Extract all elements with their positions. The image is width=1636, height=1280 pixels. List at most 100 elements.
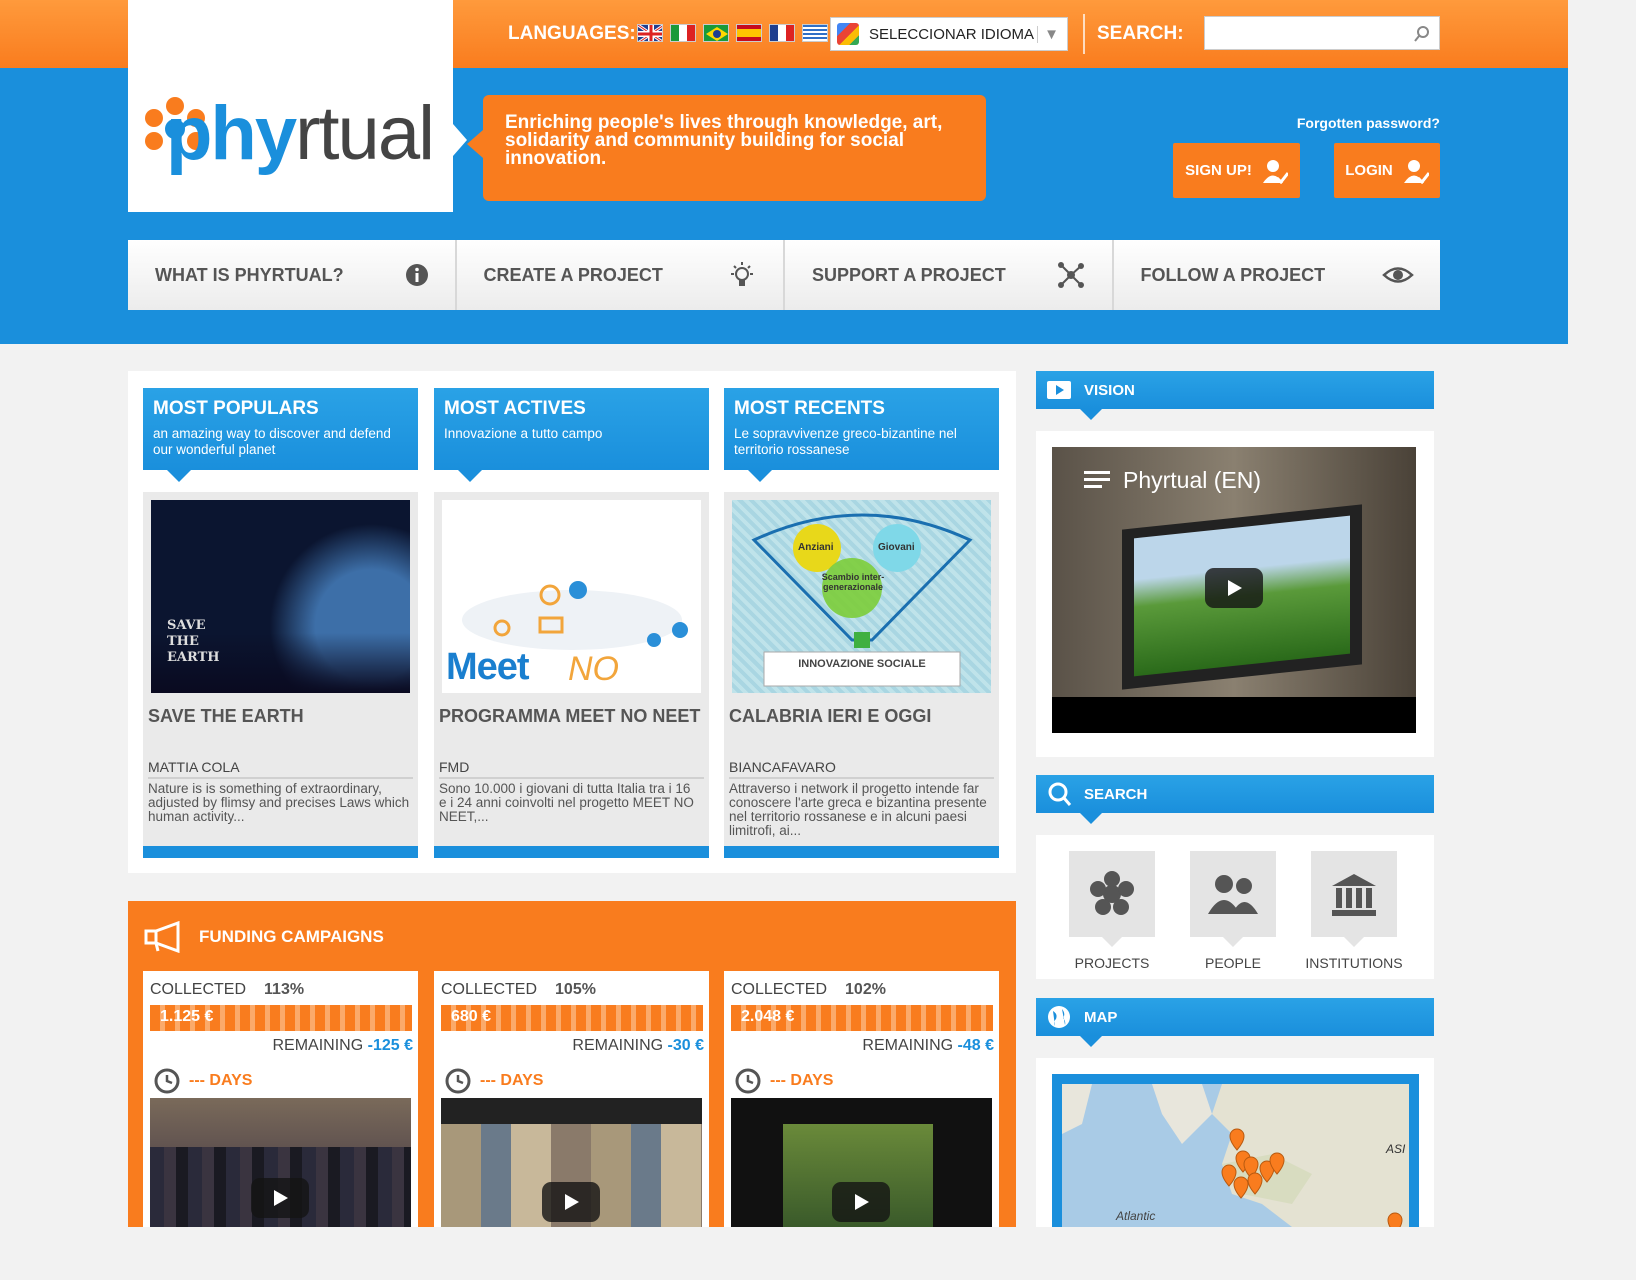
play-icon[interactable]: [1205, 568, 1263, 608]
category-subtitle: an amazing way to discover and defend ou…: [153, 426, 391, 457]
category-most-actives[interactable]: MOST ACTIVES Innovazione a tutto campo: [434, 388, 709, 482]
nav-what-is-phyrtual[interactable]: WHAT IS PHYRTUAL?: [128, 240, 457, 310]
campaign-card[interactable]: COLLECTED 102% 2.048 € REMAINING -48 € --…: [724, 971, 999, 1227]
play-icon[interactable]: [542, 1182, 600, 1222]
header-divider: [1083, 14, 1085, 54]
project-title[interactable]: PROGRAMMA MEET NO NEET: [439, 706, 709, 727]
megaphone-icon: [144, 921, 180, 953]
project-author[interactable]: BIANCAFAVARO: [729, 759, 994, 779]
project-author[interactable]: MATTIA COLA: [148, 759, 413, 779]
project-author[interactable]: FMD: [439, 759, 704, 779]
map-marker-icon: [1233, 1176, 1249, 1199]
campaign-card[interactable]: COLLECTED 105% 680 € REMAINING -30 € --- …: [434, 971, 709, 1227]
institution-icon: [1332, 874, 1376, 916]
forgot-password-link[interactable]: Forgotten password?: [1297, 115, 1440, 131]
project-image[interactable]: Meet NO NEET: [442, 500, 701, 693]
video-player[interactable]: Phyrtual (EN): [1052, 447, 1416, 733]
project-title[interactable]: CALABRIA IERI E OGGI: [729, 706, 999, 727]
campaign-video[interactable]: [441, 1098, 702, 1227]
flag-france-icon[interactable]: [769, 24, 795, 42]
signup-button[interactable]: SIGN UP!: [1173, 143, 1300, 198]
remaining-row: REMAINING -30 €: [572, 1037, 704, 1054]
clock-icon: [735, 1068, 761, 1094]
flag-italy-icon[interactable]: [670, 24, 696, 42]
category-most-recents[interactable]: MOST RECENTS Le sopravvivenze greco-biza…: [724, 388, 999, 482]
nav-support-project[interactable]: SUPPORT A PROJECT: [785, 240, 1114, 310]
search-people-option[interactable]: PEOPLE: [1190, 851, 1276, 971]
search-panel: PROJECTS PEOPLE INSTITUTIONS: [1036, 835, 1434, 979]
nav-label: CREATE A PROJECT: [483, 264, 663, 285]
category-subtitle: Innovazione a tutto campo: [444, 426, 603, 441]
project-card[interactable]: Anziani Giovani Scambio inter-generazion…: [724, 492, 999, 858]
tagline-pointer: [467, 130, 483, 158]
globe-icon: [1048, 1006, 1070, 1028]
project-card[interactable]: SAVE THE EARTH SAVE THE EARTH MATTIA COL…: [143, 492, 418, 858]
user-check-icon: [1403, 159, 1429, 184]
project-card[interactable]: Meet NO NEET PROGRAMMA MEET NO NEET FMD …: [434, 492, 709, 858]
search-option-label: PROJECTS: [1074, 955, 1150, 971]
image-caption-no-neet: NO NEET: [568, 650, 659, 693]
image-label-innovazione: INNOVAZIONE SOCIALE: [798, 658, 926, 670]
project-title[interactable]: SAVE THE EARTH: [148, 706, 418, 727]
logo-pointer: [453, 124, 467, 156]
search-header: SEARCH: [1036, 775, 1434, 824]
project-description: Attraverso i network il progetto intende…: [729, 781, 987, 838]
search-icon[interactable]: [1413, 25, 1431, 43]
play-icon[interactable]: [832, 1182, 890, 1222]
user-add-icon: [1262, 159, 1288, 184]
search-icon: [1048, 782, 1072, 806]
map-header: MAP: [1036, 998, 1434, 1047]
search-title: SEARCH: [1084, 785, 1148, 803]
category-most-populars[interactable]: MOST POPULARS an amazing way to discover…: [143, 388, 418, 482]
search-label: SEARCH:: [1097, 23, 1184, 44]
nav-label: WHAT IS PHYRTUAL?: [155, 264, 344, 285]
flag-greece-icon[interactable]: [802, 24, 828, 42]
info-icon: [405, 264, 428, 286]
nav-label: SUPPORT A PROJECT: [812, 264, 1006, 285]
video-title[interactable]: Phyrtual (EN): [1123, 467, 1261, 494]
language-select[interactable]: SELECCIONAR IDIOMA ▼: [830, 17, 1068, 51]
nav-create-project[interactable]: CREATE A PROJECT: [457, 240, 785, 310]
video-icon: [1047, 381, 1071, 399]
vision-header: VISION: [1036, 371, 1434, 420]
category-subtitle: Le sopravvivenze greco-bizantine nel ter…: [734, 426, 957, 457]
campaign-card[interactable]: COLLECTED 113% 1.125 € REMAINING -125 € -…: [143, 971, 418, 1227]
project-image[interactable]: SAVE THE EARTH: [151, 500, 410, 693]
nav-follow-project[interactable]: FOLLOW A PROJECT: [1114, 240, 1441, 310]
nav-label: FOLLOW A PROJECT: [1140, 264, 1326, 285]
remaining-row: REMAINING -48 €: [862, 1037, 994, 1054]
flag-uk-icon[interactable]: [637, 24, 663, 42]
login-button[interactable]: LOGIN: [1334, 143, 1440, 198]
image-caption: SAVE THE EARTH: [167, 618, 220, 665]
logo[interactable]: phyrtual: [128, 0, 453, 212]
signup-label: SIGN UP!: [1185, 162, 1252, 179]
collected-row: COLLECTED 102%: [731, 981, 886, 998]
tagline: Enriching people's lives through knowled…: [483, 95, 986, 201]
people-icon: [1208, 875, 1258, 914]
map-title: MAP: [1084, 1008, 1118, 1026]
search-projects-option[interactable]: PROJECTS: [1069, 851, 1155, 971]
play-icon[interactable]: [251, 1178, 309, 1218]
flag-brazil-icon[interactable]: [703, 24, 729, 42]
clock-icon: [154, 1068, 180, 1094]
search-institutions-option[interactable]: INSTITUTIONS: [1305, 851, 1403, 971]
project-image[interactable]: Anziani Giovani Scambio inter-generazion…: [732, 500, 991, 693]
image-label-scambio: Scambio inter-generazionale: [821, 572, 885, 592]
funding-title: FUNDING CAMPAIGNS: [199, 927, 384, 946]
project-description: Sono 10.000 i giovani di tutta Italia tr…: [439, 781, 694, 824]
project-description: Nature is is something of extraordinary,…: [148, 781, 410, 824]
playlist-icon: [1084, 471, 1110, 488]
languages-label: LANGUAGES:: [508, 23, 636, 44]
map-view[interactable]: Atlantic ASI: [1062, 1084, 1409, 1227]
card-footer: [724, 846, 999, 858]
campaign-video[interactable]: [731, 1098, 992, 1227]
chevron-down-icon: ▼: [1037, 25, 1059, 43]
login-label: LOGIN: [1345, 162, 1393, 179]
map-marker-icon: [1229, 1128, 1245, 1151]
collected-row: COLLECTED 113%: [150, 981, 305, 998]
search-input[interactable]: [1204, 16, 1440, 50]
campaign-video[interactable]: [150, 1098, 411, 1227]
map-marker-icon: [1387, 1212, 1403, 1227]
days-row: --- DAYS: [153, 1067, 252, 1095]
flag-spain-icon[interactable]: [736, 24, 762, 42]
